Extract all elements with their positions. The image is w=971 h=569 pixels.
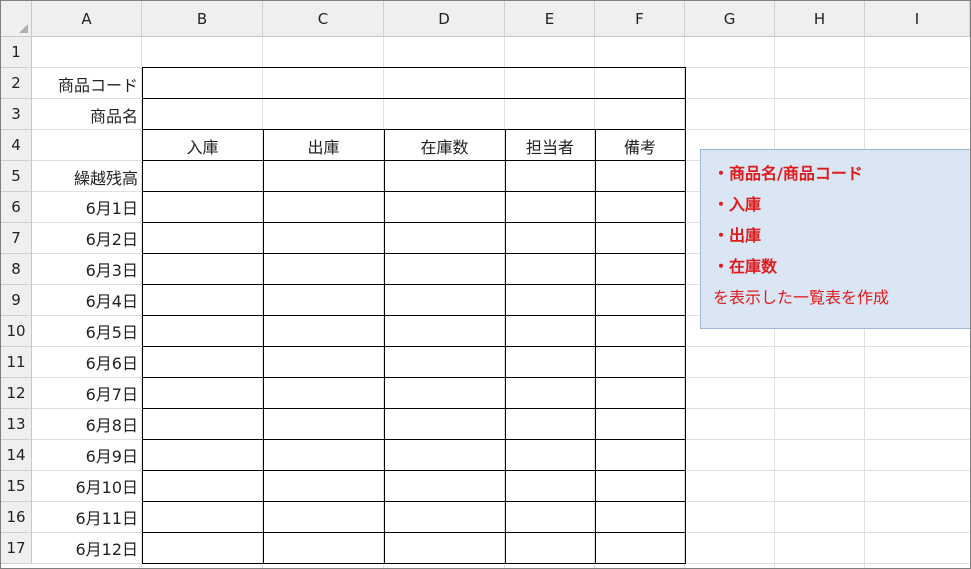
cell-A9-date[interactable]: 6月4日 (32, 285, 142, 315)
table-border-h (142, 377, 686, 378)
table-border-h (142, 346, 686, 347)
row-header-3[interactable]: 3 (1, 99, 32, 130)
row-header-12[interactable]: 12 (1, 378, 32, 409)
row-header-16[interactable]: 16 (1, 502, 32, 533)
cell-A3-product-name-label[interactable]: 商品名 (32, 100, 142, 130)
row-header-15[interactable]: 15 (1, 471, 32, 502)
row-header-6[interactable]: 6 (1, 192, 32, 223)
cell-A6-date[interactable]: 6月1日 (32, 192, 142, 222)
table-border-h (142, 408, 686, 409)
column-header-D[interactable]: D (384, 1, 505, 37)
row-header-17[interactable]: 17 (1, 533, 32, 564)
table-border-v (595, 129, 596, 564)
cell-A7-date[interactable]: 6月2日 (32, 223, 142, 253)
table-border-v (142, 129, 143, 564)
row-header-7[interactable]: 7 (1, 223, 32, 254)
cell-C4-header[interactable]: 出庫 (263, 131, 384, 161)
note-line-1: ・商品名/商品コード (713, 164, 863, 183)
cell-D4-header[interactable]: 在庫数 (384, 131, 505, 161)
table-border-h (142, 470, 686, 471)
column-header-A[interactable]: A (32, 1, 142, 37)
cell-F4-header[interactable]: 備考 (595, 131, 685, 161)
table-border-h (142, 222, 686, 223)
table-border-v (384, 129, 385, 564)
cell-A2-product-code-label[interactable]: 商品コード (32, 69, 142, 99)
note-line-4: ・在庫数 (713, 257, 778, 276)
table-border-h (142, 67, 686, 68)
row-header-13[interactable]: 13 (1, 409, 32, 440)
table-border-h (142, 191, 686, 192)
cell-A14-date[interactable]: 6月9日 (32, 440, 142, 470)
cell-A12-date[interactable]: 6月7日 (32, 378, 142, 408)
column-header-B[interactable]: B (142, 1, 263, 37)
row-header-10[interactable]: 10 (1, 316, 32, 347)
cell-A11-date[interactable]: 6月6日 (32, 347, 142, 377)
row-header-8[interactable]: 8 (1, 254, 32, 285)
row-header-2[interactable]: 2 (1, 68, 32, 99)
table-border-v (263, 129, 264, 564)
cell-A8-date[interactable]: 6月3日 (32, 254, 142, 284)
row-header-5[interactable]: 5 (1, 161, 32, 192)
table-border-h (142, 439, 686, 440)
note-line-2: ・入庫 (713, 195, 762, 214)
table-border-h (142, 98, 686, 99)
cell-E4-header[interactable]: 担当者 (505, 131, 595, 161)
column-header-C[interactable]: C (263, 1, 384, 37)
row-header-1[interactable]: 1 (1, 37, 32, 68)
cell-A17-date[interactable]: 6月12日 (32, 533, 142, 563)
note-line-3: ・出庫 (713, 226, 762, 245)
column-header-E[interactable]: E (505, 1, 595, 37)
column-header-F[interactable]: F (595, 1, 685, 37)
cell-B4-header[interactable]: 入庫 (142, 131, 263, 161)
cell-A5-carryover[interactable]: 繰越残高 (32, 162, 142, 192)
note-line-5: を表示した一覧表を作成 (713, 288, 890, 307)
cell-A15-date[interactable]: 6月10日 (32, 471, 142, 501)
select-all-triangle-icon (19, 24, 28, 33)
cell-A16-date[interactable]: 6月11日 (32, 502, 142, 532)
table-border-h (142, 315, 686, 316)
column-header-G[interactable]: G (685, 1, 775, 37)
note-textbox[interactable]: ・商品名/商品コード ・入庫 ・出庫 ・在庫数 を表示した一覧表を作成 (700, 149, 970, 329)
row-header-4[interactable]: 4 (1, 130, 32, 161)
column-header-H[interactable]: H (775, 1, 865, 37)
spreadsheet: ABCDEFGHI 1 2 3 4 5 6 7 8 9 10 11 12 13 14 15 16 17 商品コー… (0, 0, 971, 569)
table-border-h (142, 563, 686, 564)
row-header-9[interactable]: 9 (1, 285, 32, 316)
cell-A10-date[interactable]: 6月5日 (32, 316, 142, 346)
table-border-h (142, 253, 686, 254)
table-border-h (142, 532, 686, 533)
cell-A13-date[interactable]: 6月8日 (32, 409, 142, 439)
table-border-h (142, 284, 686, 285)
row-header-14[interactable]: 14 (1, 440, 32, 471)
table-border-h (142, 501, 686, 502)
table-border-v (505, 129, 506, 564)
select-all-corner[interactable] (1, 1, 32, 37)
table-border-h (142, 129, 686, 130)
row-header-11[interactable]: 11 (1, 347, 32, 378)
column-header-I[interactable]: I (865, 1, 970, 37)
table-border-v (142, 67, 143, 130)
